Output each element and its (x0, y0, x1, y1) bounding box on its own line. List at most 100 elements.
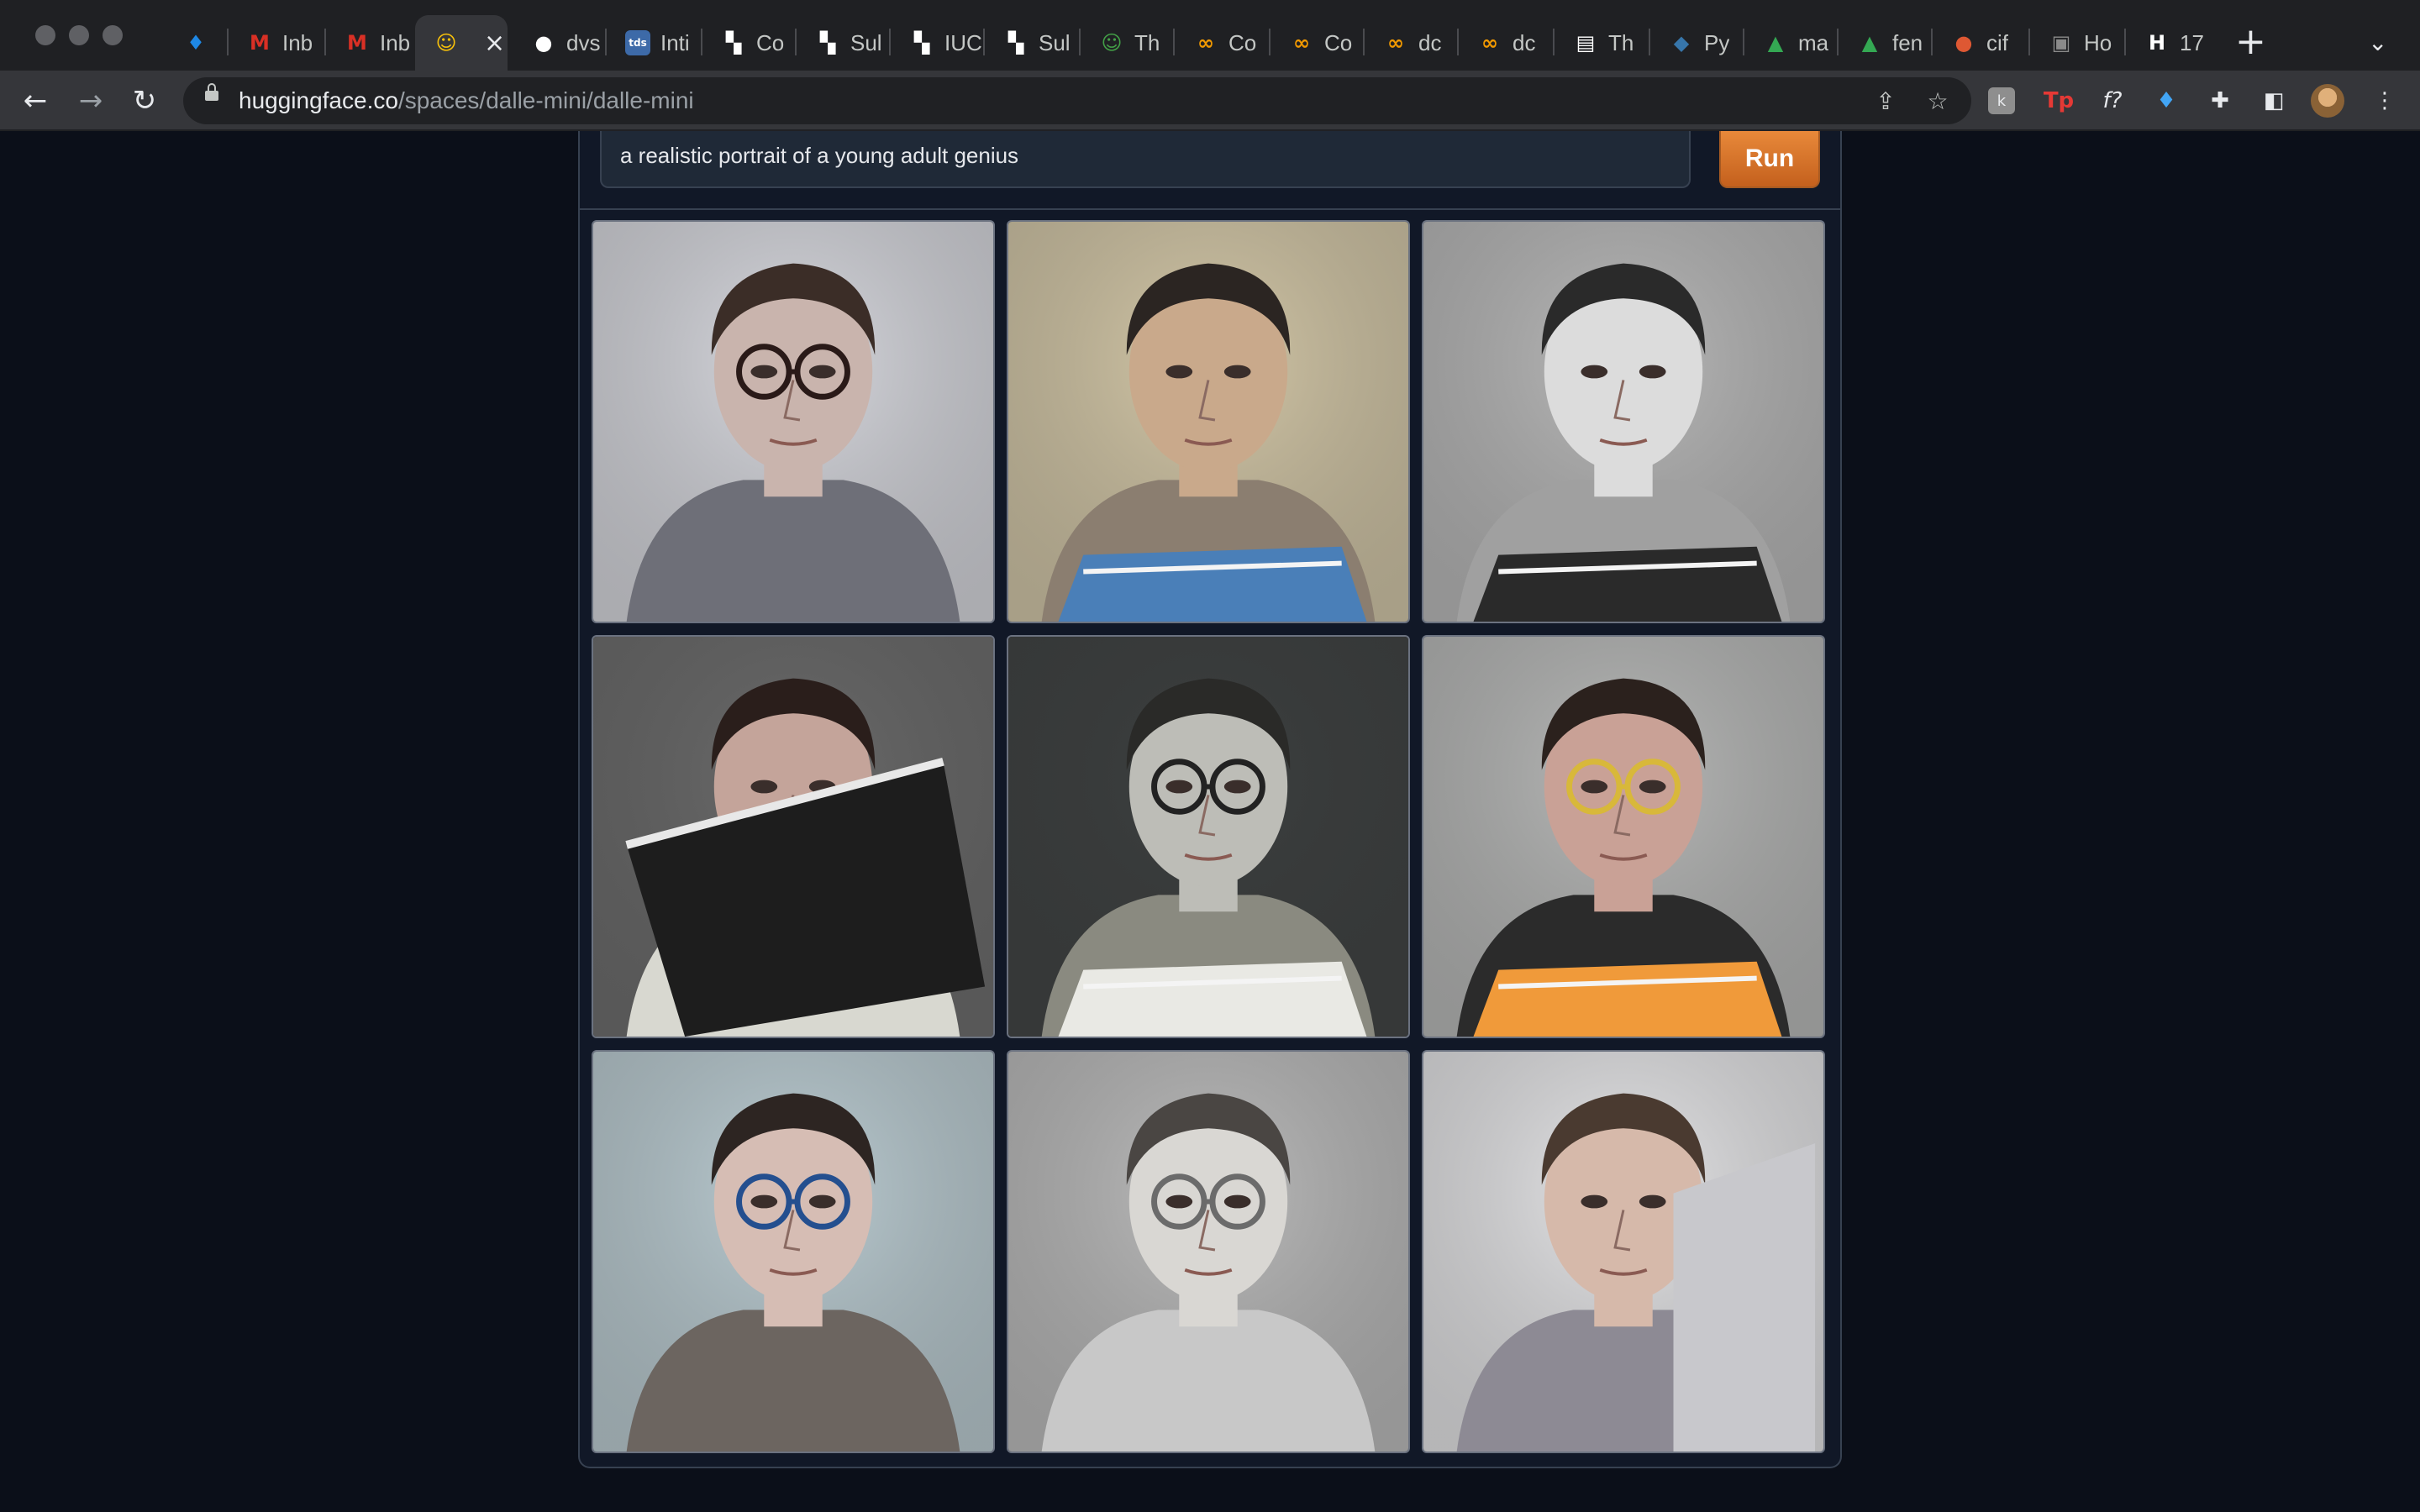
portrait-illustration (1008, 637, 1408, 1037)
tab-title: Inti (660, 29, 690, 55)
generated-image-8[interactable] (1007, 1050, 1410, 1453)
python-icon: ◆ (1673, 31, 1690, 55)
browser-tab-18[interactable]: ▲ ma (1744, 15, 1837, 71)
portrait-illustration (1423, 1052, 1823, 1452)
hp-icon: H (2148, 31, 2166, 55)
browser-tab-22[interactable]: H 17 (2126, 15, 2220, 71)
browser-tab-19[interactable]: ▲ fen (1839, 15, 1931, 71)
portrait-illustration (593, 1052, 993, 1452)
tab-title: Th (1134, 29, 1160, 55)
browser-tab-17[interactable]: ◆ Py (1650, 15, 1743, 71)
extensions-puzzle-icon[interactable]: ✚ (2203, 84, 2237, 118)
infinity-icon: ∞ (1387, 31, 1404, 55)
infinity-icon: ∞ (1293, 31, 1310, 55)
window-minimize-button[interactable] (69, 25, 89, 45)
browser-tab-1[interactable]: ♦ (165, 15, 229, 71)
browser-tab-8[interactable]: ▚ Sul (797, 15, 889, 71)
prompt-input[interactable]: a realistic portrait of a young adult ge… (600, 131, 1691, 188)
portrait-illustration (1423, 222, 1823, 622)
portrait-illustration (1008, 1052, 1408, 1452)
tab-title: dc (1512, 29, 1536, 55)
tab-title: Py (1704, 29, 1730, 55)
tab-title: ma (1798, 29, 1829, 55)
generated-image-1[interactable] (592, 220, 995, 623)
generated-image-7[interactable] (592, 1050, 995, 1453)
reload-button[interactable]: ↻ (124, 81, 165, 121)
tab-search-chevron-icon[interactable]: ⌄ (2368, 29, 2387, 56)
generated-image-5[interactable] (1007, 635, 1410, 1038)
extension-tp-icon[interactable]: Tp (2042, 84, 2075, 118)
address-bar[interactable]: huggingface.co/spaces/dalle-mini/dalle-m… (183, 77, 1971, 124)
extension-diamond-icon[interactable]: ♦ (2149, 84, 2183, 118)
github-icon: ● (534, 31, 553, 55)
lock-icon[interactable] (205, 83, 218, 101)
browser-tab-strip: ♦ M Inb M Inb ☺ × ● dvs tds Inti ▚ Co ▚ Sul ▚ IUC ▚ Sul ☺ Th… (0, 0, 2420, 71)
tab-title: Co (756, 29, 785, 55)
qr-icon: ▚ (725, 31, 742, 55)
generated-image-9[interactable] (1422, 1050, 1825, 1453)
tab-title: Ho (2084, 29, 2112, 55)
back-button[interactable]: ← (15, 81, 55, 121)
browser-tab-3[interactable]: M Inb (326, 15, 415, 71)
photo-icon: ▣ (2051, 31, 2071, 55)
browser-tab-4[interactable]: ☺ × (415, 15, 508, 71)
duckduckgo-icon: ● (1954, 31, 1973, 55)
share-icon[interactable]: ⇪ (1869, 84, 1902, 118)
generated-image-3[interactable] (1422, 220, 1825, 623)
tab-title: IUC (944, 29, 982, 55)
tab-title: dc (1418, 29, 1442, 55)
browser-tab-7[interactable]: ▚ Co (702, 15, 795, 71)
gmail-icon: M (250, 31, 270, 55)
browser-tab-9[interactable]: ▚ IUC (891, 15, 983, 71)
bookmark-star-icon[interactable]: ☆ (1921, 84, 1954, 118)
extension-function-icon[interactable]: f? (2096, 84, 2129, 118)
qr-icon: ▚ (913, 31, 930, 55)
qr-icon: ▚ (819, 31, 836, 55)
url-host: huggingface.co (239, 87, 398, 113)
smiley-icon: ☺ (1101, 31, 1123, 55)
browser-tab-13[interactable]: ∞ Co (1270, 15, 1363, 71)
generated-image-2[interactable] (1007, 220, 1410, 623)
browser-tab-2[interactable]: M Inb (229, 15, 323, 71)
gmail-icon: M (347, 31, 367, 55)
tab-title: Co (1324, 29, 1353, 55)
url-text[interactable]: huggingface.co/spaces/dalle-mini/dalle-m… (239, 87, 694, 114)
tab-title: cif (1986, 29, 2008, 55)
generated-image-4[interactable] (592, 635, 995, 1038)
window-close-button[interactable] (35, 25, 55, 45)
newspaper-icon: ▤ (1576, 31, 1596, 55)
run-button[interactable]: Run (1719, 131, 1820, 188)
infinity-icon: ∞ (1481, 31, 1498, 55)
tab-title: Sul (850, 29, 882, 55)
browser-tab-5[interactable]: ● dvs (513, 15, 603, 71)
url-path: /spaces/dalle-mini/dalle-mini (397, 87, 694, 113)
huggingface-icon: ☺ (435, 31, 457, 55)
side-panel-icon[interactable]: ◧ (2257, 84, 2291, 118)
qr-icon: ▚ (1007, 31, 1024, 55)
extension-k-icon[interactable]: k (1988, 87, 2015, 114)
browser-tab-20[interactable]: ● cif (1933, 15, 2027, 71)
close-tab-icon[interactable]: × (484, 29, 505, 58)
browser-menu-icon[interactable]: ⋮ (2368, 84, 2402, 118)
new-tab-button[interactable]: + (2235, 20, 2266, 64)
forward-button[interactable]: → (71, 81, 111, 121)
window-maximize-button[interactable] (103, 25, 123, 45)
generated-image-6[interactable] (1422, 635, 1825, 1038)
profile-avatar[interactable] (2311, 84, 2344, 118)
infinity-icon: ∞ (1197, 31, 1214, 55)
browser-tab-21[interactable]: ▣ Ho (2030, 15, 2123, 71)
browser-tab-16[interactable]: ▤ Th (1555, 15, 1647, 71)
browser-toolbar: ← → ↻ huggingface.co/spaces/dalle-mini/d… (0, 71, 2420, 131)
tab-title: Inb (380, 29, 411, 55)
browser-tab-12[interactable]: ∞ Co (1175, 15, 1267, 71)
browser-tab-6[interactable]: tds Inti (607, 15, 699, 71)
generated-image-gallery (592, 220, 1828, 1457)
tab-title: 17 (2180, 29, 2204, 55)
prompt-row: a realistic portrait of a young adult ge… (580, 131, 1840, 210)
browser-tab-14[interactable]: ∞ dc (1365, 15, 1457, 71)
drive-icon: ▲ (1767, 31, 1784, 55)
drive-icon: ▲ (1861, 31, 1878, 55)
browser-tab-10[interactable]: ▚ Sul (985, 15, 1077, 71)
browser-tab-11[interactable]: ☺ Th (1081, 15, 1173, 71)
browser-tab-15[interactable]: ∞ dc (1459, 15, 1551, 71)
